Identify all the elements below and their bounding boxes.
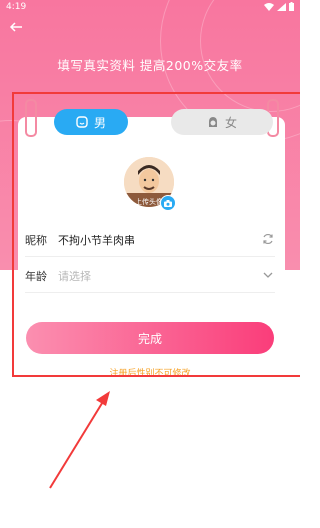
annotation-arrow — [49, 391, 110, 489]
